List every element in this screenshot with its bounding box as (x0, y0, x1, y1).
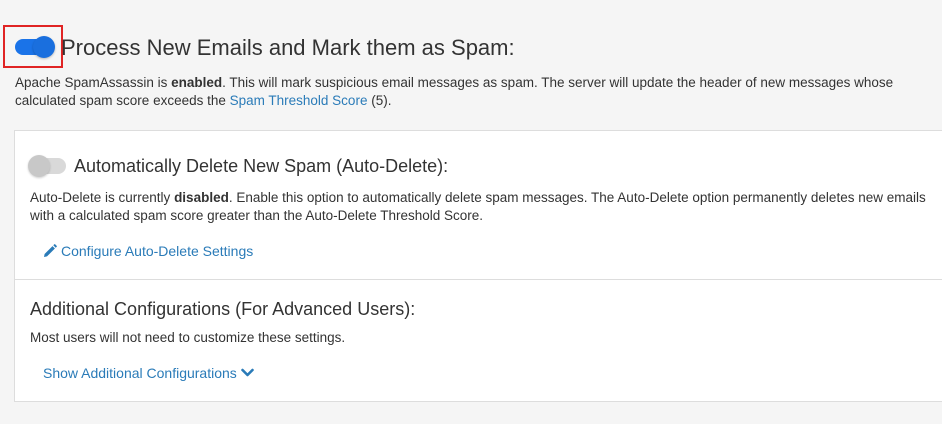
spam-filters-page: Process New Emails and Mark them as Spam… (0, 0, 942, 424)
additional-configurations-description: Most users will not need to customize th… (30, 330, 346, 345)
description-text: (5). (367, 93, 392, 108)
auto-delete-toggle[interactable] (28, 155, 66, 177)
additional-configurations-panel: Additional Configurations (For Advanced … (14, 279, 942, 402)
show-additional-configurations-label: Show Additional Configurations (43, 365, 237, 381)
page-title: Process New Emails and Mark them as Spam… (61, 35, 515, 60)
description-text: Apache SpamAssassin is (15, 75, 172, 90)
description-text: Auto-Delete is currently (30, 190, 175, 205)
process-spam-toggle[interactable] (15, 36, 55, 58)
show-additional-configurations-link[interactable]: Show Additional Configurations (43, 365, 254, 381)
enabled-status: enabled (171, 75, 223, 90)
configure-auto-delete-link[interactable]: Configure Auto-Delete Settings (43, 243, 253, 259)
pencil-icon (43, 244, 57, 258)
auto-delete-panel: Automatically Delete New Spam (Auto-Dele… (14, 130, 942, 280)
auto-delete-description: Auto-Delete is currently disabled. Enabl… (30, 189, 940, 225)
toggle-knob (28, 155, 50, 177)
spam-threshold-score-link[interactable]: Spam Threshold Score (230, 93, 368, 108)
disabled-status: disabled (174, 190, 229, 205)
spamassassin-description: Apache SpamAssassin is enabled. This wil… (15, 74, 935, 110)
chevron-down-icon (240, 368, 254, 378)
additional-configurations-title: Additional Configurations (For Advanced … (30, 299, 416, 319)
toggle-knob (33, 36, 55, 58)
configure-auto-delete-label: Configure Auto-Delete Settings (61, 243, 254, 259)
auto-delete-title: Automatically Delete New Spam (Auto-Dele… (74, 156, 449, 176)
